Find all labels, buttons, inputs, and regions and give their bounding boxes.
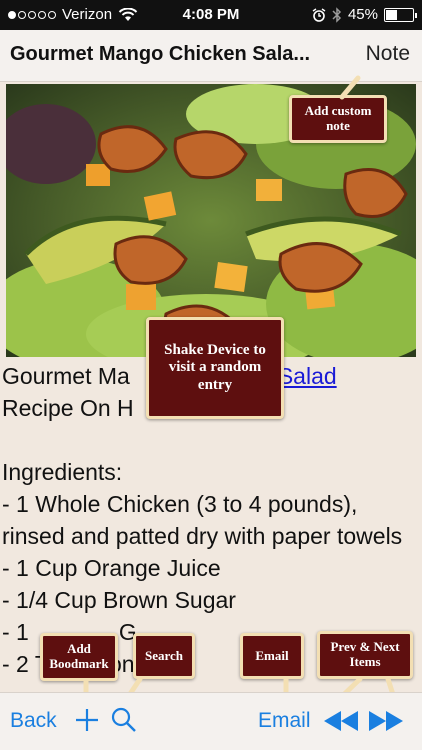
- search-icon[interactable]: [111, 707, 137, 733]
- previous-item-icon[interactable]: [324, 711, 358, 731]
- back-button[interactable]: Back: [10, 709, 57, 733]
- add-bookmark-icon[interactable]: [75, 707, 99, 733]
- next-item-icon[interactable]: [369, 711, 403, 731]
- callout-pointers: [83, 75, 399, 709]
- bottom-toolbar: Back Email: [0, 692, 422, 750]
- email-button[interactable]: Email: [258, 709, 311, 733]
